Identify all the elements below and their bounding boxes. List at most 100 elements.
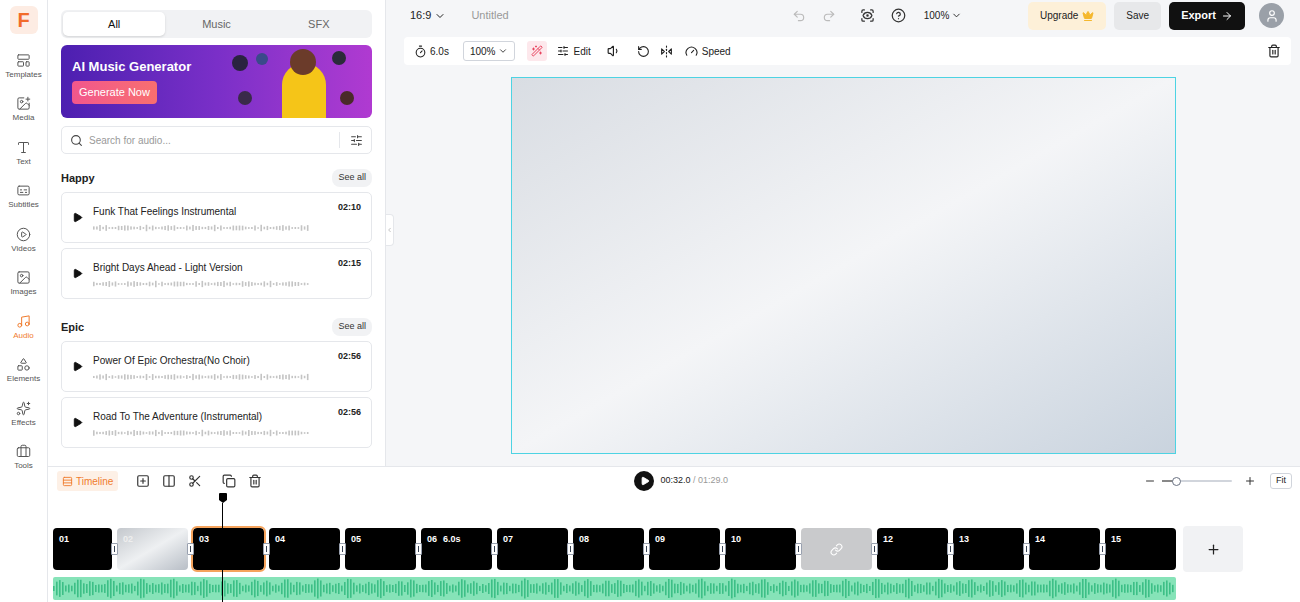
chevron-down-icon [434,10,446,22]
clip-handle[interactable] [643,543,650,555]
clip-handle[interactable] [871,543,878,555]
see-all-button[interactable]: See all [332,318,372,336]
clip-handle[interactable] [795,543,802,555]
timeline-bar: Timeline00:32.0 / 01:29.0Fit [48,467,1300,493]
rail-item-icon [16,314,31,329]
see-all-button[interactable]: See all [332,169,372,187]
timeline-clip[interactable]: 01 [53,528,112,570]
timeline-clip[interactable]: 13 [953,528,1024,570]
rail-item-icon [16,270,31,285]
zoom-slider[interactable] [1162,476,1232,486]
clip-handle[interactable] [187,543,194,555]
logo[interactable]: F [10,6,38,34]
rail-item[interactable]: Tools [0,436,48,480]
panel-tab[interactable]: SFX [268,12,370,36]
rail-item[interactable]: Templates [0,44,48,88]
rail-item[interactable]: Subtitles [0,175,48,219]
timeline-clip[interactable]: 07 [497,528,568,570]
volume-icon[interactable] [607,44,621,58]
scale-select[interactable]: 100% [463,41,516,61]
clip-handle[interactable] [415,543,422,555]
clip-handle[interactable] [339,543,346,555]
zoom-out-icon[interactable] [1144,475,1156,487]
play-icon[interactable] [72,268,83,279]
timeline-icon [62,476,73,487]
play-icon[interactable] [72,361,83,372]
clip-handle[interactable] [1023,543,1030,555]
ai-icon [531,45,543,57]
rail-item[interactable]: Elements [0,349,48,393]
upgrade-button[interactable]: Upgrade [1028,2,1106,30]
collapse-panel-handle[interactable] [386,214,394,246]
play-icon[interactable] [72,417,83,428]
delete-icon[interactable] [248,474,262,488]
timeline-clip[interactable]: 12 [877,528,948,570]
canvas-preview[interactable] [511,77,1176,454]
timeline-clip[interactable]: 09 [649,528,720,570]
clip-handle[interactable] [947,543,954,555]
add-clip-button[interactable] [1183,526,1243,572]
panel-tab[interactable]: Music [165,12,267,36]
project-title[interactable]: Untitled [471,7,508,24]
timeline-clip[interactable]: 03 [193,528,264,570]
timeline-clip[interactable]: 14 [1029,528,1100,570]
clip-handle[interactable] [491,543,498,555]
duration-button[interactable]: 6.0s [414,44,449,59]
aspect-ratio-select[interactable]: 16:9 [410,7,446,24]
timeline-clip[interactable]: 066.0s [421,528,492,570]
delete-icon[interactable] [1267,44,1281,58]
scissors-icon[interactable] [188,474,202,488]
timeline-clip[interactable]: 05 [345,528,416,570]
audio-search[interactable]: Search for audio... [61,126,372,154]
export-button[interactable]: Export [1169,2,1245,30]
split-icon[interactable] [162,474,176,488]
clip-handle[interactable] [111,543,118,555]
clip-handle[interactable] [263,543,270,555]
zoom-select[interactable]: 100% [924,8,963,23]
clip-handle[interactable] [567,543,574,555]
clip-handle[interactable] [1099,543,1106,555]
timer-icon [414,45,427,58]
add-icon[interactable] [136,474,150,488]
generate-now-button[interactable]: Generate Now [72,81,157,104]
rail-item[interactable]: Images [0,262,48,306]
rail-item[interactable]: Videos [0,218,48,262]
clip-handle[interactable] [719,543,726,555]
timeline-clip[interactable]: 04 [269,528,340,570]
ai-music-banner[interactable]: AI Music GeneratorGenerate Now [61,45,372,118]
audio-track[interactable]: Bright Days Ahead - Light Version02:15 [61,248,372,299]
play-icon[interactable] [72,212,83,223]
audio-track[interactable]: Power Of Epic Orchestra(No Choir)02:56 [61,341,372,392]
rotate-icon[interactable] [637,45,650,58]
timeline-clip[interactable] [801,528,872,570]
flip-icon[interactable] [660,45,673,58]
zoom-in-icon[interactable] [1244,475,1256,487]
audio-track[interactable]: Funk That Feelings Instrumental02:10 [61,192,372,243]
filter-icon[interactable] [350,134,363,147]
edit-button[interactable]: Edit [557,44,590,59]
panel-tab[interactable]: All [63,12,165,36]
rail-item[interactable]: Audio [0,305,48,349]
rail-item[interactable]: Text [0,131,48,175]
speed-button[interactable]: Speed [685,44,731,59]
timeline-clip[interactable]: 02 [117,528,188,570]
playhead[interactable] [219,493,227,602]
plus-icon [1206,542,1221,557]
duplicate-icon[interactable] [222,474,236,488]
rail-item[interactable]: Media [0,88,48,132]
undo-icon[interactable] [792,9,806,23]
timeline-toggle[interactable]: Timeline [57,471,118,491]
help-icon[interactable] [891,8,906,23]
timeline-clip[interactable]: 08 [573,528,644,570]
fit-button[interactable]: Fit [1270,473,1292,489]
audio-track[interactable]: Road To The Adventure (Instrumental)02:5… [61,397,372,448]
rail-item[interactable]: Effects [0,392,48,436]
ai-tool-button[interactable] [527,41,547,61]
avatar[interactable] [1259,3,1284,28]
preview-icon[interactable] [860,8,875,23]
redo-icon[interactable] [822,9,836,23]
timeline-clip[interactable]: 10 [725,528,796,570]
save-button[interactable]: Save [1114,2,1161,30]
timeline-clip[interactable]: 15 [1105,528,1176,570]
play-button[interactable] [634,471,654,491]
